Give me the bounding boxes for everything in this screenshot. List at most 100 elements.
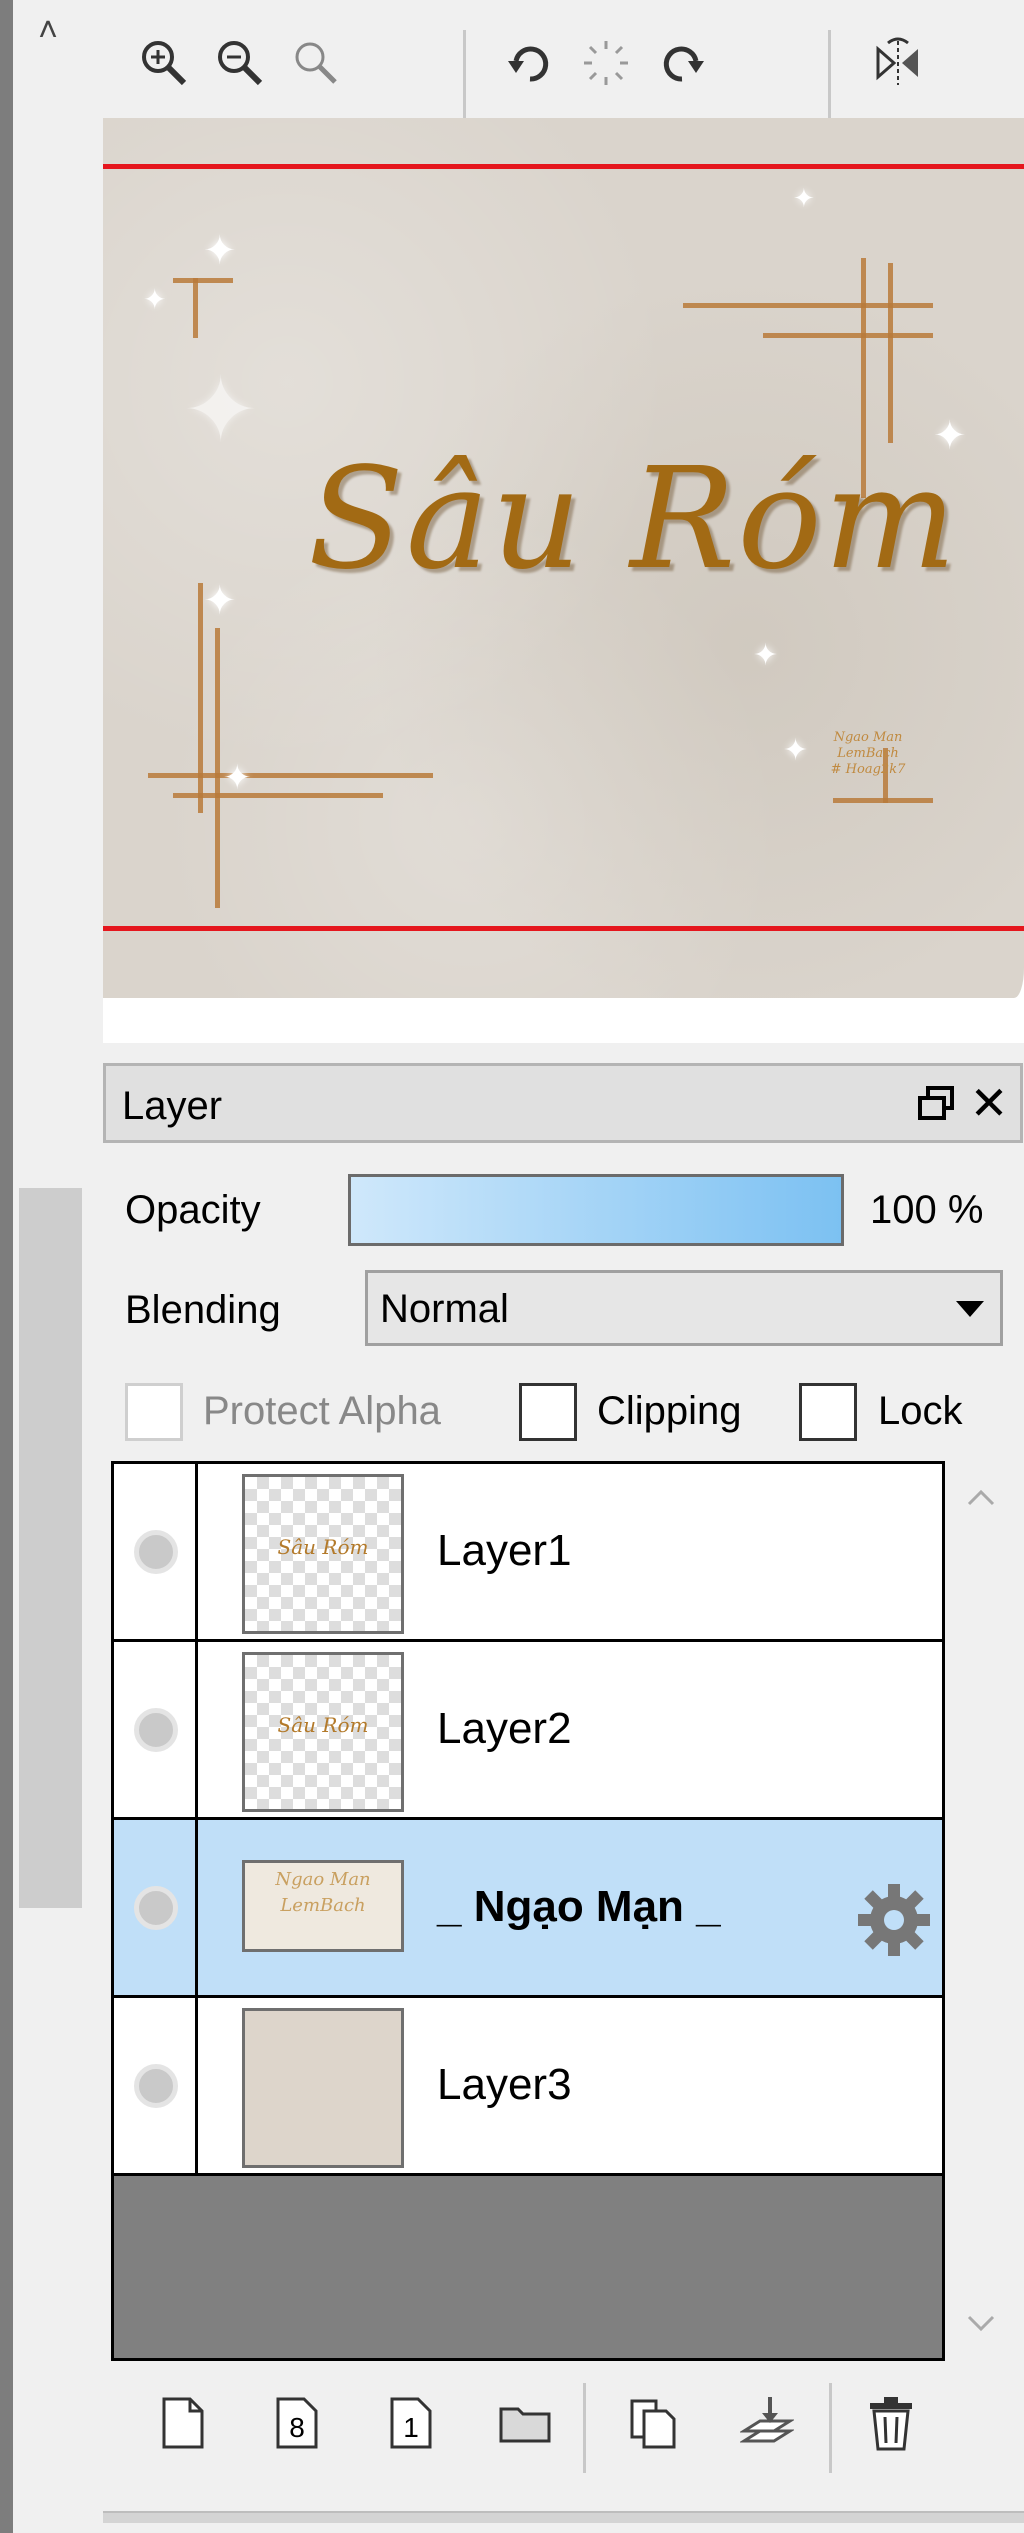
zoom-out-button[interactable]	[200, 18, 280, 108]
protect-alpha-checkbox[interactable]	[125, 1383, 183, 1441]
chevron-down-icon	[956, 1301, 984, 1317]
new-8bit-layer-icon: 8	[276, 2397, 318, 2449]
layer-list[interactable]: Sâu Róm Layer1 Sâu Róm Layer2 Ngao Man Le…	[111, 1461, 945, 2361]
rotate-reset-icon	[584, 41, 628, 85]
new-folder-button[interactable]	[485, 2373, 565, 2473]
rotate-right-icon	[663, 46, 704, 82]
visibility-toggle[interactable]	[114, 1820, 198, 1995]
new-folder-icon	[499, 2407, 551, 2443]
frame-bar	[215, 628, 220, 908]
flip-horizontal-icon	[876, 37, 918, 85]
merge-down-icon	[740, 2397, 794, 2443]
visibility-dot-icon	[134, 2064, 178, 2108]
frame-bar	[148, 773, 433, 778]
lock-checkbox[interactable]	[799, 1383, 857, 1441]
protect-alpha-label: Protect Alpha	[203, 1389, 441, 1433]
zoom-out-icon	[218, 41, 263, 86]
opacity-value: 100 %	[870, 1188, 984, 1232]
clipping-checkbox[interactable]	[519, 1383, 577, 1441]
panel-title: Layer	[122, 1084, 223, 1128]
zoom-reset-button[interactable]	[276, 18, 356, 108]
layer-name: Layer1	[437, 1526, 572, 1575]
opacity-slider[interactable]	[348, 1174, 844, 1246]
sparkle: ✦	[143, 284, 167, 315]
blending-value: Normal	[380, 1287, 509, 1331]
sparkle: ✦	[223, 759, 252, 797]
delete-layer-icon	[870, 2397, 912, 2451]
new-8bit-layer-button[interactable]: 8	[257, 2373, 337, 2473]
guide-line-bottom	[103, 926, 1024, 931]
scroll-down-icon[interactable]	[961, 2303, 1001, 2343]
rotate-left-button[interactable]	[490, 18, 570, 108]
visibility-toggle[interactable]	[114, 1464, 198, 1639]
close-icon[interactable]: ✕	[964, 1078, 1014, 1128]
merge-down-button[interactable]	[727, 2373, 807, 2473]
window-edge	[0, 0, 13, 2533]
collapse-up-icon[interactable]: ˄	[28, 10, 68, 50]
frame-bar	[173, 793, 383, 798]
toolbar-divider	[828, 30, 831, 120]
frame-bar	[833, 798, 933, 803]
sparkle: ✦	[783, 734, 809, 767]
visibility-toggle[interactable]	[114, 1998, 198, 2173]
frame-bar	[193, 278, 198, 338]
new-1bit-layer-icon: 1	[390, 2397, 432, 2449]
visibility-dot-icon	[134, 1708, 178, 1752]
gear-icon[interactable]	[852, 1878, 936, 1962]
blending-label: Blending	[125, 1288, 281, 1332]
lock-label: Lock	[878, 1389, 963, 1433]
layer-row[interactable]: Sâu Róm Layer1	[114, 1464, 942, 1642]
canvas-preview[interactable]: ✦ ✦ ✦ ✦ ✦ ✦ ✦ ✦ ✦ Sâu Róm Ngao Man LemBac…	[103, 118, 1024, 1043]
clipping-label: Clipping	[597, 1389, 742, 1433]
sparkle: ✦	[203, 229, 237, 273]
layer-name: _ Ngạo Mạn _	[437, 1882, 721, 1931]
delete-layer-button[interactable]	[851, 2373, 931, 2473]
artwork-signature: Ngao Man LemBach # Hoag2k7	[830, 730, 906, 777]
sparkle: ✦	[753, 639, 779, 672]
frame-bar	[888, 263, 893, 443]
new-layer-icon	[162, 2397, 204, 2449]
scroll-up-icon[interactable]	[961, 1478, 1001, 1518]
zoom-in-button[interactable]	[124, 18, 204, 108]
sparkle: ✦	[203, 579, 237, 623]
rotate-left-icon	[508, 46, 549, 82]
artwork-title-text: Sâu Róm	[308, 438, 959, 601]
visibility-toggle[interactable]	[114, 1642, 198, 1817]
sparkle: ✦	[793, 183, 815, 213]
layer-panel: Layer ✕ Opacity 100 % Blending Normal Pr…	[103, 1063, 1024, 2523]
layer-thumbnail: Ngao Man LemBach	[242, 1860, 404, 1952]
frame-bar	[683, 303, 933, 308]
toolbar-divider	[463, 30, 466, 120]
layer-thumbnail: Sâu Róm	[242, 1474, 404, 1634]
opacity-label: Opacity	[125, 1188, 261, 1232]
toolbar-divider	[829, 2383, 832, 2473]
svg-text:1: 1	[403, 2412, 419, 2443]
scrollbar-thumb[interactable]	[19, 1188, 82, 1908]
float-window-icon[interactable]	[914, 1082, 958, 1126]
layer-name: Layer2	[437, 1704, 572, 1753]
flip-horizontal-button[interactable]	[858, 18, 938, 108]
visibility-dot-icon	[134, 1886, 178, 1930]
svg-text:8: 8	[289, 2412, 305, 2443]
layer-thumbnail: Sâu Róm	[242, 1652, 404, 1812]
frame-bar	[173, 278, 233, 283]
duplicate-layer-icon	[630, 2399, 676, 2449]
new-1bit-layer-button[interactable]: 1	[371, 2373, 451, 2473]
layer-name: Layer3	[437, 2060, 572, 2109]
new-layer-button[interactable]	[143, 2373, 223, 2473]
guide-line-top	[103, 164, 1024, 169]
rotate-right-button[interactable]	[642, 18, 722, 108]
zoom-in-icon	[142, 41, 187, 86]
duplicate-layer-button[interactable]	[613, 2373, 693, 2473]
toolbar-divider	[583, 2383, 586, 2473]
panel-footer	[103, 2511, 1024, 2523]
zoom-reset-icon	[295, 42, 337, 84]
visibility-dot-icon	[134, 1530, 178, 1574]
layer-row[interactable]: Layer3	[114, 1998, 942, 2176]
rotate-reset-button[interactable]	[566, 18, 646, 108]
frame-bar	[763, 333, 933, 338]
blending-select[interactable]: Normal	[365, 1270, 1003, 1346]
layer-row-selected[interactable]: Ngao Man LemBach _ Ngạo Mạn _	[114, 1820, 942, 1998]
layer-row[interactable]: Sâu Róm Layer2	[114, 1642, 942, 1820]
panel-header[interactable]: Layer ✕	[103, 1063, 1023, 1143]
